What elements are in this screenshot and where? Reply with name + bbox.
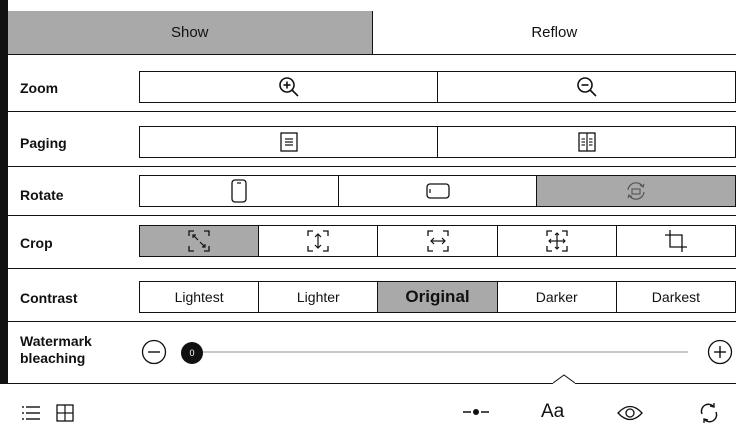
crop-both-button[interactable] — [498, 226, 617, 256]
refresh-button[interactable] — [698, 402, 720, 424]
contrast-original[interactable]: Original — [378, 282, 497, 312]
crop-control — [139, 225, 736, 257]
tab-show[interactable]: Show — [8, 11, 373, 54]
crop-both-icon — [545, 229, 569, 253]
zoom-out-button[interactable] — [438, 72, 735, 102]
toc-list-icon — [22, 405, 40, 421]
crop-manual-button[interactable] — [617, 226, 735, 256]
single-page-icon — [280, 132, 298, 152]
crop-auto-button[interactable] — [140, 226, 259, 256]
tab-reflow[interactable]: Reflow — [373, 11, 736, 54]
paging-control — [139, 126, 736, 158]
divider — [8, 321, 736, 322]
contrast-darkest[interactable]: Darkest — [617, 282, 735, 312]
single-page-button[interactable] — [140, 127, 438, 157]
crop-horizontal-button[interactable] — [378, 226, 497, 256]
portrait-icon — [231, 179, 247, 203]
eye-icon — [617, 404, 643, 422]
divider — [8, 166, 736, 167]
double-page-button[interactable] — [438, 127, 735, 157]
rotate-control — [139, 175, 736, 207]
reading-settings-panel: Show Reflow Zoom Paging Rotate — [0, 0, 736, 435]
paging-label: Paging — [20, 135, 67, 151]
zoom-in-icon — [278, 76, 300, 98]
watermark-label: Watermark bleaching — [20, 333, 130, 367]
crop-vertical-icon — [306, 229, 330, 253]
contrast-lighter[interactable]: Lighter — [259, 282, 378, 312]
contrast-darker[interactable]: Darker — [498, 282, 617, 312]
crop-horizontal-icon — [426, 229, 450, 253]
zoom-in-button[interactable] — [140, 72, 438, 102]
contrast-label: Contrast — [20, 290, 78, 306]
auto-rotate-icon — [624, 179, 648, 203]
rotate-label: Rotate — [20, 187, 64, 203]
crop-vertical-button[interactable] — [259, 226, 378, 256]
crop-label: Crop — [20, 235, 53, 251]
zoom-label: Zoom — [20, 80, 58, 96]
progress-dot-icon — [463, 408, 489, 416]
auto-rotate-button[interactable] — [537, 176, 735, 206]
contrast-lightest[interactable]: Lightest — [140, 282, 259, 312]
mode-tabs: Show Reflow — [8, 11, 736, 55]
left-edge-bar — [0, 0, 8, 383]
divider — [8, 111, 736, 112]
watermark-slider-knob[interactable]: 0 — [181, 342, 203, 364]
grid-view-button[interactable] — [56, 404, 74, 422]
plus-circle-icon — [707, 339, 733, 365]
divider — [8, 215, 736, 216]
zoom-out-icon — [576, 76, 598, 98]
refresh-icon — [698, 402, 720, 424]
divider — [8, 268, 736, 269]
toc-button[interactable] — [22, 405, 40, 421]
landscape-icon — [426, 183, 450, 199]
font-settings-button[interactable]: Aa — [541, 401, 564, 423]
line-spacing-button[interactable] — [463, 408, 489, 416]
contrast-control: Lightest Lighter Original Darker Darkest — [139, 281, 736, 313]
watermark-decrease-button[interactable] — [141, 339, 167, 365]
zoom-control — [139, 71, 736, 103]
grid-icon — [56, 404, 74, 422]
watermark-increase-button[interactable] — [707, 339, 733, 365]
watermark-slider-track[interactable] — [186, 351, 688, 353]
portrait-button[interactable] — [140, 176, 339, 206]
minus-circle-icon — [141, 339, 167, 365]
view-mode-button[interactable] — [617, 404, 643, 422]
double-page-icon — [578, 132, 596, 152]
crop-manual-icon — [664, 229, 688, 253]
active-pointer-icon — [553, 374, 575, 385]
landscape-button[interactable] — [339, 176, 538, 206]
crop-auto-icon — [187, 229, 211, 253]
